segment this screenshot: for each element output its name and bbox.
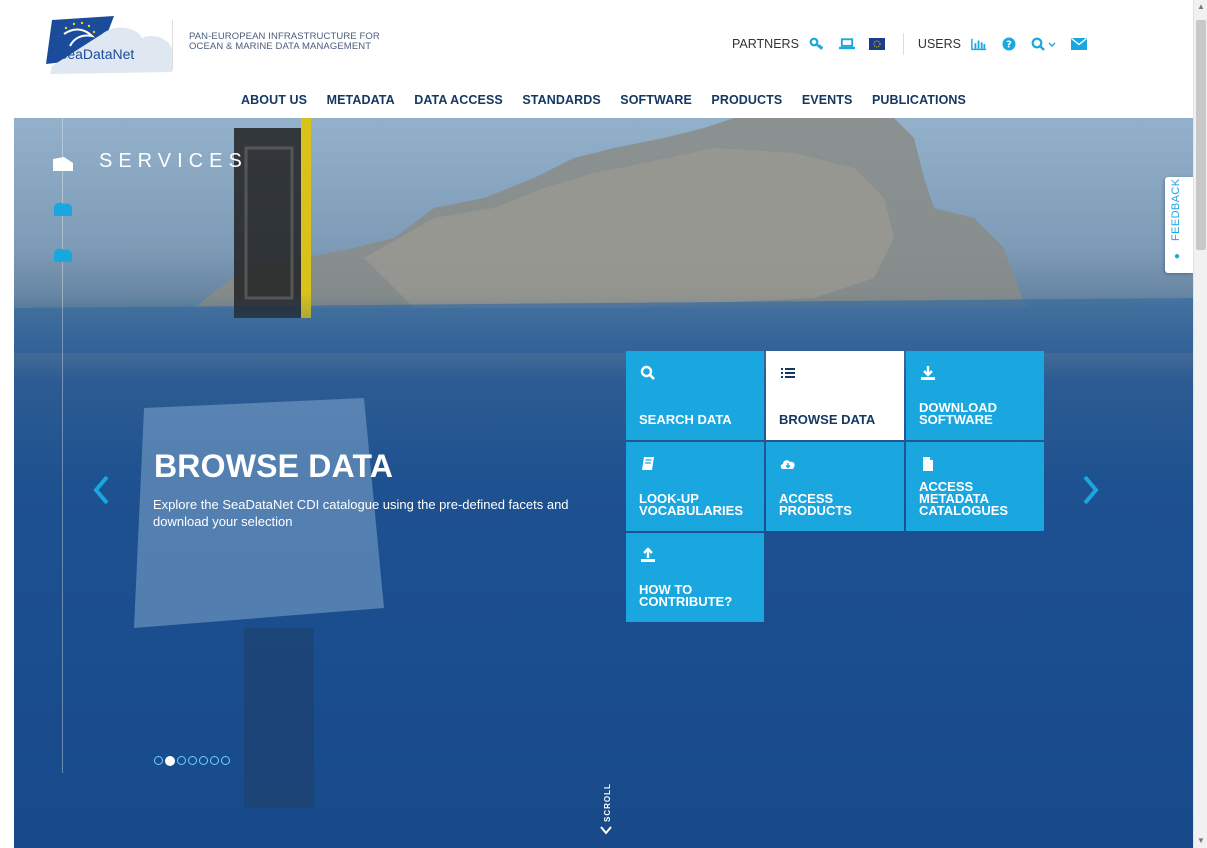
slider-dot[interactable] bbox=[177, 756, 186, 765]
laptop-icon[interactable] bbox=[838, 37, 855, 51]
slide-description: Explore the SeaDataNet CDI catalogue usi… bbox=[153, 497, 569, 529]
nav-data-access[interactable]: DATA ACCESS bbox=[414, 93, 503, 107]
cloud-download-icon bbox=[780, 460, 795, 469]
tagline: PAN-EUROPEAN INFRASTRUCTURE FOR OCEAN & … bbox=[189, 32, 380, 52]
tagline-line-2: OCEAN & MARINE DATA MANAGEMENT bbox=[189, 41, 372, 52]
search-icon bbox=[640, 365, 655, 380]
tile-label: SEARCH DATA bbox=[639, 412, 732, 427]
nav-publications[interactable]: PUBLICATIONS bbox=[872, 93, 966, 107]
document-icon bbox=[923, 457, 933, 471]
upload-icon bbox=[641, 547, 655, 562]
tile-label: DOWNLOAD SOFTWARE bbox=[919, 400, 997, 427]
chevron-left-icon[interactable] bbox=[89, 473, 115, 507]
tile-label: ACCESS PRODUCTS bbox=[779, 491, 852, 518]
slide-title: BROWSE DATA bbox=[154, 448, 394, 484]
hero-slider: SERVICES FEEDBACK ● BROWSE DATA Explore … bbox=[14, 118, 1193, 848]
tile-look-up-vocabularies[interactable]: LOOK-UP VOCABULARIES bbox=[626, 442, 764, 531]
eu-flag-icon[interactable] bbox=[868, 37, 885, 51]
tile-access-metadata-catalogues[interactable]: ACCESS METADATA CATALOGUES bbox=[906, 442, 1044, 531]
nav-standards[interactable]: STANDARDS bbox=[522, 93, 600, 107]
nav-software[interactable]: SOFTWARE bbox=[620, 93, 692, 107]
main-nav: ABOUT US METADATA DATA ACCESS STANDARDS … bbox=[14, 93, 1193, 107]
tile-search-data[interactable]: SEARCH DATA bbox=[626, 351, 764, 440]
slider-dot[interactable] bbox=[188, 756, 197, 765]
book-icon bbox=[642, 457, 654, 470]
users-label[interactable]: USERS bbox=[918, 37, 961, 51]
search-icon[interactable] bbox=[1031, 37, 1057, 51]
scroll-thumb[interactable] bbox=[1196, 20, 1206, 250]
nav-products[interactable]: PRODUCTS bbox=[711, 93, 782, 107]
partners-label[interactable]: PARTNERS bbox=[732, 37, 799, 51]
tagline-divider bbox=[172, 20, 173, 70]
top-links-separator bbox=[902, 33, 904, 55]
section-title: SERVICES bbox=[99, 150, 248, 172]
help-icon[interactable]: ? bbox=[1001, 37, 1017, 51]
feedback-label: FEEDBACK bbox=[1170, 178, 1182, 242]
tile-access-products[interactable]: ACCESS PRODUCTS bbox=[766, 442, 904, 531]
list-icon bbox=[781, 368, 795, 378]
site-header: SeaDataNet PAN-EUROPEAN INFRASTRUCTURE F… bbox=[14, 0, 1193, 118]
top-links: PARTNERS USERS ? bbox=[732, 33, 1101, 55]
slider-dot[interactable] bbox=[154, 756, 163, 765]
comment-icon: ● bbox=[1174, 251, 1181, 262]
cloud-bullet-icon[interactable] bbox=[52, 246, 74, 262]
slider-dot[interactable] bbox=[199, 756, 208, 765]
tile-label: LOOK-UP VOCABULARIES bbox=[639, 491, 744, 518]
tile-label: ACCESS METADATA CATALOGUES bbox=[919, 479, 1009, 518]
chevron-down-icon bbox=[600, 826, 612, 835]
slider-dot-active[interactable] bbox=[165, 756, 175, 766]
tile-how-to-contribute[interactable]: HOW TO CONTRIBUTE? bbox=[626, 533, 764, 622]
bar-chart-icon[interactable] bbox=[971, 37, 987, 51]
nav-metadata[interactable]: METADATA bbox=[327, 93, 395, 107]
scroll-down-arrow[interactable]: ▼ bbox=[1194, 834, 1207, 848]
slider-dots bbox=[154, 756, 232, 766]
slider-dot[interactable] bbox=[210, 756, 219, 765]
nav-events[interactable]: EVENTS bbox=[802, 93, 853, 107]
download-icon bbox=[921, 366, 935, 380]
scroll-up-arrow[interactable]: ▲ bbox=[1194, 0, 1207, 14]
envelope-icon[interactable] bbox=[1071, 37, 1087, 51]
logo-text: SeaDataNet bbox=[58, 46, 135, 62]
tile-label: BROWSE DATA bbox=[779, 412, 876, 427]
svg-text:?: ? bbox=[1006, 40, 1012, 51]
hero-vertical-rule bbox=[62, 118, 63, 773]
tile-label: HOW TO CONTRIBUTE? bbox=[639, 582, 733, 609]
key-icon[interactable] bbox=[809, 37, 825, 51]
cloud-bullet-icon[interactable] bbox=[52, 200, 74, 216]
service-tiles: SEARCH DATA BROWSE DATA DOWNLOAD SOFTWARE… bbox=[626, 351, 1046, 623]
scroll-indicator[interactable]: SCROLL bbox=[592, 780, 620, 840]
scroll-label: SCROLL bbox=[603, 783, 612, 822]
slider-dot[interactable] bbox=[221, 756, 230, 765]
page-scrollbar[interactable]: ▲ ▼ bbox=[1193, 0, 1207, 848]
nav-about-us[interactable]: ABOUT US bbox=[241, 93, 307, 107]
services-flag-icon bbox=[53, 157, 73, 171]
waterline bbox=[14, 293, 1193, 353]
tile-download-software[interactable]: DOWNLOAD SOFTWARE bbox=[906, 351, 1044, 440]
tile-browse-data[interactable]: BROWSE DATA bbox=[766, 351, 904, 440]
chevron-right-icon[interactable] bbox=[1077, 473, 1103, 507]
feedback-tab[interactable]: FEEDBACK ● bbox=[1165, 177, 1193, 273]
left-gutter bbox=[0, 0, 14, 848]
